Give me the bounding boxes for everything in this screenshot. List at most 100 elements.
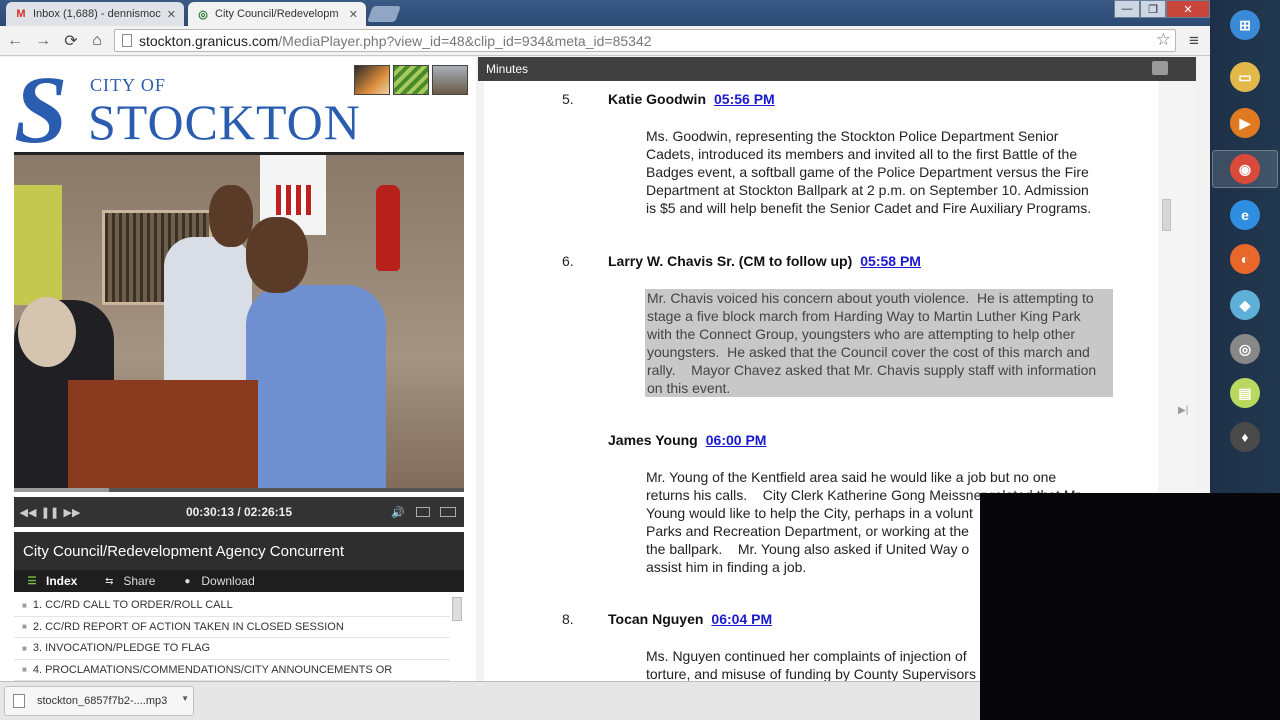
media-player-icon: ▶ — [1230, 108, 1260, 138]
taskbar-item[interactable]: e — [1212, 196, 1278, 234]
list-item-label: 1. CC/RD CALL TO ORDER/ROLL CALL — [32, 599, 233, 612]
address-bar[interactable]: stockton.granicus.com/MediaPlayer.php?vi… — [114, 29, 1176, 52]
speaker-name-text: Katie Goodwin — [608, 91, 706, 107]
internet-explorer-icon: e — [1230, 200, 1260, 230]
entry-body-line: is $5 and will help benefit the Senior C… — [646, 200, 1092, 216]
logo-s-mark: S — [14, 56, 68, 163]
url-path: /MediaPlayer.php?view_id=48&clip_id=934&… — [278, 32, 652, 49]
entry-number: 6. — [562, 253, 574, 269]
entry-body-line: with the Connect Group, youngsters who a… — [647, 326, 1076, 342]
entry-number: 8. — [562, 611, 574, 627]
home-button[interactable]: ⌂ — [86, 30, 108, 52]
speaker-name-text: Tocan Nguyen — [608, 611, 704, 627]
tab-share-label: Share — [123, 574, 156, 588]
granicus-icon: ◎ — [198, 8, 208, 21]
timestamp-link[interactable]: 05:56 PM — [714, 91, 775, 107]
taskbar-item[interactable]: ◎ — [1212, 330, 1278, 368]
volume-icon[interactable]: 🔊 — [390, 504, 406, 520]
player-tabs: ☰ Index ⇆ Share ● Download — [14, 570, 464, 592]
speaker-name: Tocan Nguyen 06:04 PM — [608, 611, 772, 627]
download-icon: ● — [184, 575, 191, 587]
timestamp-link[interactable]: 06:00 PM — [706, 432, 767, 448]
download-item[interactable]: stockton_6857f7b2-....mp3 ▼ — [4, 686, 194, 716]
windows-start-icon: ⊞ — [1230, 10, 1260, 40]
video-person-standing-head — [209, 185, 253, 247]
entry-body-line: Department at Stockton Ballpark at 2 p.m… — [646, 182, 1089, 198]
entry-body: Mr. Chavis voiced his concern about yout… — [645, 289, 1113, 397]
entry-body-line: on this event. — [647, 380, 731, 396]
taskbar-item[interactable]: ◐ — [1212, 240, 1278, 278]
speaker-name-text: Larry W. Chavis Sr. (CM to follow up) — [608, 253, 853, 269]
speaker-name: Katie Goodwin 05:56 PM — [608, 91, 775, 107]
video-podium — [68, 380, 258, 492]
print-icon[interactable] — [1152, 61, 1168, 75]
gmail-icon: M — [16, 8, 26, 20]
share-icon: ⇆ — [105, 575, 114, 587]
list-item[interactable]: ■ 1. CC/RD CALL TO ORDER/ROLL CALL — [14, 595, 450, 617]
entry-body-line: rally. Mayor Chavez asked that Mr. Chavi… — [647, 362, 1097, 378]
list-item[interactable]: ■ 3. INVOCATION/PLEDGE TO FLAG — [14, 638, 450, 660]
speaker-name: Larry W. Chavis Sr. (CM to follow up) 05:… — [608, 253, 921, 269]
tab-download[interactable]: ● Download — [179, 574, 254, 588]
rewind-button[interactable]: ◀◀ — [20, 504, 37, 520]
taskbar-item[interactable]: ▶ — [1212, 104, 1278, 142]
entry-number: 5. — [562, 91, 574, 107]
index-scrollbar[interactable] — [452, 597, 462, 621]
tab-close-icon[interactable]: ✕ — [167, 8, 176, 21]
maximize-button[interactable]: ❐ — [1140, 0, 1166, 18]
app-icon: ◆ — [1230, 290, 1260, 320]
firefox-icon: ◐ — [1230, 244, 1260, 274]
video-person-speaking-head — [246, 217, 308, 293]
city-of-stockton-logo: S CITY OF STOCKTON — [14, 56, 360, 163]
header-thumbnail — [354, 65, 390, 95]
reload-button[interactable]: ⟳ — [60, 30, 82, 52]
captions-button[interactable] — [416, 507, 430, 517]
video-person-speaking — [246, 285, 386, 492]
taskbar-item[interactable]: ◉ — [1212, 150, 1278, 188]
tab-index[interactable]: ☰ Index — [24, 574, 78, 588]
taskbar-item[interactable]: ⊞ — [1212, 6, 1278, 44]
new-tab-button[interactable] — [367, 6, 401, 22]
entry-body-line: Mr. Young of the Kentfield area said he … — [646, 469, 1057, 485]
timestamp-link[interactable]: 06:04 PM — [711, 611, 772, 627]
video-progress-fill — [14, 488, 109, 492]
list-item[interactable]: ■ 2. CC/RD REPORT OF ACTION TAKEN IN CLOS… — [14, 617, 450, 638]
list-item-label: 4. PROCLAMATIONS/COMMENDATIONS/CITY ANNO… — [32, 663, 393, 676]
entry-body-line: stage a five block march from Harding Wa… — [647, 308, 1081, 324]
entry-body-line: Ms. Goodwin, representing the Stockton P… — [646, 128, 1059, 144]
taskbar-item[interactable]: ◆ — [1212, 286, 1278, 324]
pause-button[interactable]: ❚❚ — [41, 504, 59, 520]
windows-taskbar: ⊞ ▭ ▶ ◉ e ◐ ◆ ◎ ▤ ♦ — [1210, 0, 1280, 493]
forward-button[interactable]: → — [32, 30, 54, 52]
video-progress-bar[interactable] — [14, 488, 464, 492]
fast-forward-button[interactable]: ▶▶ — [64, 504, 81, 520]
tab-download-label: Download — [201, 574, 255, 588]
close-window-button[interactable]: ✕ — [1166, 0, 1210, 18]
tab-share[interactable]: ⇆ Share — [101, 574, 155, 588]
minutes-title: Minutes — [486, 62, 529, 76]
timestamp-link[interactable]: 05:58 PM — [860, 253, 921, 269]
video-person-seated-head — [18, 297, 76, 367]
taskbar-item[interactable]: ▤ — [1212, 374, 1278, 412]
download-dropdown-icon[interactable]: ▼ — [181, 694, 189, 703]
tab-index-label: Index — [46, 574, 78, 588]
fullscreen-button[interactable] — [440, 507, 456, 517]
timecode: 00:30:13 / 02:26:15 — [185, 505, 293, 519]
entry-body-line: Cadets, introduced its members and invit… — [646, 146, 1078, 162]
tab-city-council[interactable]: ◎ City Council/Redevelopm ✕ — [188, 2, 366, 26]
video-frame[interactable] — [14, 152, 464, 492]
minimize-button[interactable]: — — [1114, 0, 1140, 18]
bookmark-star-icon[interactable]: ☆ — [1156, 30, 1171, 50]
entry-body-line: Mr. Chavis voiced his concern about yout… — [647, 290, 1094, 306]
chrome-menu-icon[interactable]: ≡ — [1184, 31, 1204, 51]
tab-gmail[interactable]: M Inbox (1,688) - dennismoc ✕ — [6, 2, 184, 26]
back-button[interactable]: ← — [4, 30, 26, 52]
list-item[interactable]: ■ 4. PROCLAMATIONS/COMMENDATIONS/CITY ANN… — [14, 660, 450, 681]
taskbar-item[interactable]: ▭ — [1212, 58, 1278, 96]
app-icon-2: ◎ — [1230, 334, 1260, 364]
scrollbar-thumb[interactable] — [1162, 199, 1171, 231]
collapse-panel-icon[interactable]: ▶| — [1178, 405, 1188, 416]
taskbar-item[interactable]: ♦ — [1212, 418, 1278, 456]
tab-title: City Council/Redevelopm — [215, 8, 339, 20]
tab-close-icon[interactable]: ✕ — [349, 8, 358, 21]
